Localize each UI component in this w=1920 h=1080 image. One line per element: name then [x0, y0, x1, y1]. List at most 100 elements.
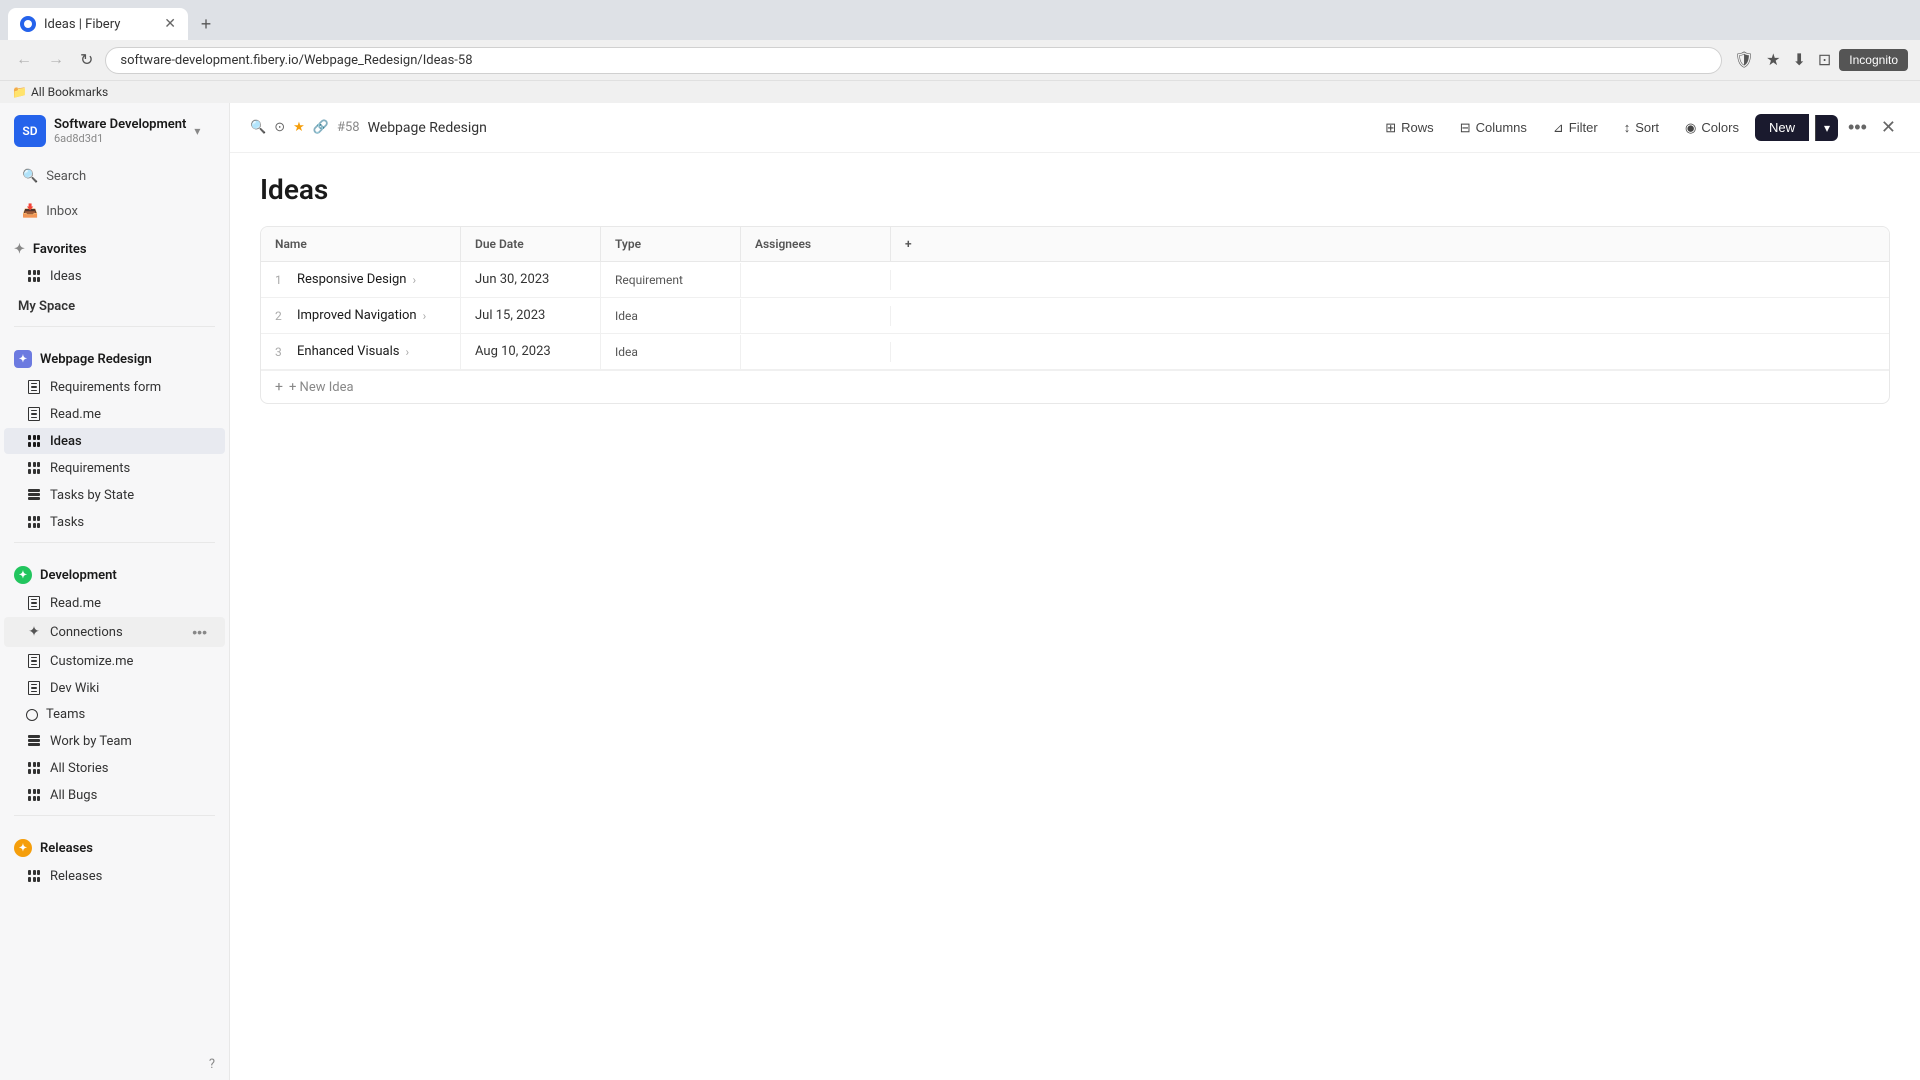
sort-button[interactable]: ↕ Sort — [1614, 115, 1669, 140]
star-icon: ✦ — [14, 242, 25, 257]
grid-icon — [26, 460, 42, 476]
expand-icon[interactable]: › — [412, 273, 416, 287]
name-cell-1: 1 Responsive Design › — [261, 262, 461, 297]
content-area: Ideas Name Due Date Type Assignees + 1 R… — [230, 153, 1920, 1080]
more-options-button[interactable]: ••• — [1844, 113, 1871, 142]
sidebar-item-my-space[interactable]: My Space — [4, 294, 225, 319]
row-number: 2 — [275, 309, 291, 323]
col-add[interactable]: + — [891, 227, 931, 261]
add-new-row[interactable]: + + New Idea — [261, 370, 1889, 403]
columns-button[interactable]: ⊟ Columns — [1450, 115, 1537, 141]
development-icon: ✦ — [14, 566, 32, 584]
filter-button[interactable]: ⊿ Filter — [1543, 115, 1608, 141]
rows-button[interactable]: ⊞ Rows — [1375, 115, 1443, 141]
sidebar-item-requirements-form[interactable]: Requirements form — [4, 374, 225, 400]
row-name[interactable]: Enhanced Visuals — [297, 344, 400, 359]
sidebar-item-teams[interactable]: Teams — [4, 702, 225, 727]
sidebar-item-all-stories[interactable]: All Stories — [4, 755, 225, 781]
doc-icon — [26, 653, 42, 669]
divider — [14, 326, 215, 327]
link-icon[interactable]: 🔗 — [313, 120, 329, 135]
sidebar-item-all-bugs[interactable]: All Bugs — [4, 782, 225, 808]
url-text: software-development.fibery.io/Webpage_R… — [120, 53, 472, 68]
row-name[interactable]: Improved Navigation — [297, 308, 417, 323]
type-badge: Idea — [615, 345, 638, 359]
development-header[interactable]: ✦ Development — [4, 561, 225, 589]
table-header: Name Due Date Type Assignees + — [261, 227, 1889, 262]
layout-icon[interactable]: ⊡ — [1814, 46, 1835, 74]
download-icon[interactable]: ⬇ — [1788, 46, 1809, 74]
bookmarks-bar: 📁 All Bookmarks — [0, 80, 1920, 103]
doc-icon — [26, 406, 42, 422]
tab-close-button[interactable]: ✕ — [164, 16, 176, 32]
row-name[interactable]: Responsive Design — [297, 272, 406, 287]
colors-button[interactable]: ◉ Colors — [1675, 115, 1749, 141]
expand-icon[interactable]: › — [423, 309, 427, 323]
sidebar-item-ideas[interactable]: Ideas — [4, 428, 225, 454]
sidebar-label: All Bugs — [50, 788, 211, 803]
sidebar-search-area: 🔍 Search — [0, 159, 229, 198]
main-content: 🔍 ⊙ ★ 🔗 #58 Webpage Redesign ⊞ Rows ⊟ Co… — [230, 103, 1920, 1080]
favorites-section: ✦ Favorites Ideas — [0, 233, 229, 290]
inbox-button[interactable]: 📥 Inbox — [0, 198, 229, 225]
col-due-date: Due Date — [461, 227, 601, 261]
new-button[interactable]: New — [1755, 114, 1809, 141]
star-icon-topbar[interactable]: ★ — [293, 120, 305, 135]
sidebar-item-ideas-favorites[interactable]: Ideas — [4, 263, 225, 289]
type-badge: Idea — [615, 309, 638, 323]
app: SD Software Development 6ad8d3d1 ▾ 🔍 Sea… — [0, 103, 1920, 1080]
webpage-redesign-header[interactable]: ✦ Webpage Redesign — [4, 345, 225, 373]
shield-icon[interactable]: 🛡 — [1730, 46, 1758, 74]
colors-icon: ◉ — [1685, 120, 1696, 136]
more-actions-button[interactable]: ••• — [188, 622, 211, 642]
workspace-switcher[interactable]: SD Software Development 6ad8d3d1 ▾ — [14, 115, 200, 147]
new-dropdown-button[interactable]: ▾ — [1815, 115, 1838, 141]
extra-cell-2 — [891, 306, 931, 326]
breadcrumb[interactable]: Webpage Redesign — [368, 120, 487, 136]
forward-button[interactable]: → — [44, 47, 68, 73]
active-tab[interactable]: Ideas | Fibery ✕ — [8, 8, 188, 40]
name-cell-2: 2 Improved Navigation › — [261, 298, 461, 333]
webpage-icon: ✦ — [14, 350, 32, 368]
sidebar-item-tasks[interactable]: Tasks — [4, 509, 225, 535]
incognito-button[interactable]: Incognito — [1839, 49, 1908, 71]
sidebar-label: Ideas — [50, 269, 211, 284]
sidebar-item-readme-1[interactable]: Read.me — [4, 401, 225, 427]
my-space-label: My Space — [18, 299, 75, 314]
releases-section: ✦ Releases Releases — [0, 830, 229, 890]
new-tab-button[interactable]: + — [192, 10, 220, 38]
releases-section-label: Releases — [40, 841, 93, 856]
sidebar-item-customize[interactable]: Customize.me — [4, 648, 225, 674]
address-bar[interactable]: software-development.fibery.io/Webpage_R… — [105, 47, 1721, 74]
history-icon[interactable]: ⊙ — [274, 120, 285, 135]
sidebar-item-readme-dev[interactable]: Read.me — [4, 590, 225, 616]
doc-icon — [26, 595, 42, 611]
divider-3 — [14, 815, 215, 816]
refresh-button[interactable]: ↻ — [76, 46, 97, 74]
sidebar-item-dev-wiki[interactable]: Dev Wiki — [4, 675, 225, 701]
sidebar-label: Requirements — [50, 461, 211, 476]
tab-favicon — [20, 16, 36, 32]
search-icon-topbar[interactable]: 🔍 — [250, 120, 266, 135]
grid-icon — [26, 760, 42, 776]
expand-icon[interactable]: › — [406, 345, 410, 359]
extra-cell-3 — [891, 342, 931, 362]
topbar-left: 🔍 ⊙ ★ 🔗 #58 Webpage Redesign — [250, 120, 1363, 136]
sidebar: SD Software Development 6ad8d3d1 ▾ 🔍 Sea… — [0, 103, 230, 1080]
type-cell-2: Idea — [601, 299, 741, 333]
star-icon[interactable]: ★ — [1762, 46, 1784, 74]
sidebar-item-tasks-by-state[interactable]: Tasks by State — [4, 482, 225, 508]
back-button[interactable]: ← — [12, 47, 36, 73]
nav-icons: 🛡 ★ ⬇ ⊡ Incognito — [1730, 46, 1908, 74]
sidebar-item-connections[interactable]: ✦ Connections ••• — [4, 617, 225, 647]
search-button[interactable]: 🔍 Search — [14, 163, 215, 190]
table-row: 3 Enhanced Visuals › Aug 10, 2023 Idea — [261, 334, 1889, 370]
grid-icon — [26, 787, 42, 803]
releases-section-header[interactable]: ✦ Releases — [4, 834, 225, 862]
help-button[interactable]: ? — [0, 1049, 229, 1080]
sidebar-item-releases[interactable]: Releases — [4, 863, 225, 889]
sidebar-item-work-by-team[interactable]: Work by Team — [4, 728, 225, 754]
sidebar-item-requirements[interactable]: Requirements — [4, 455, 225, 481]
type-cell-3: Idea — [601, 335, 741, 369]
close-button[interactable]: ✕ — [1877, 113, 1900, 142]
